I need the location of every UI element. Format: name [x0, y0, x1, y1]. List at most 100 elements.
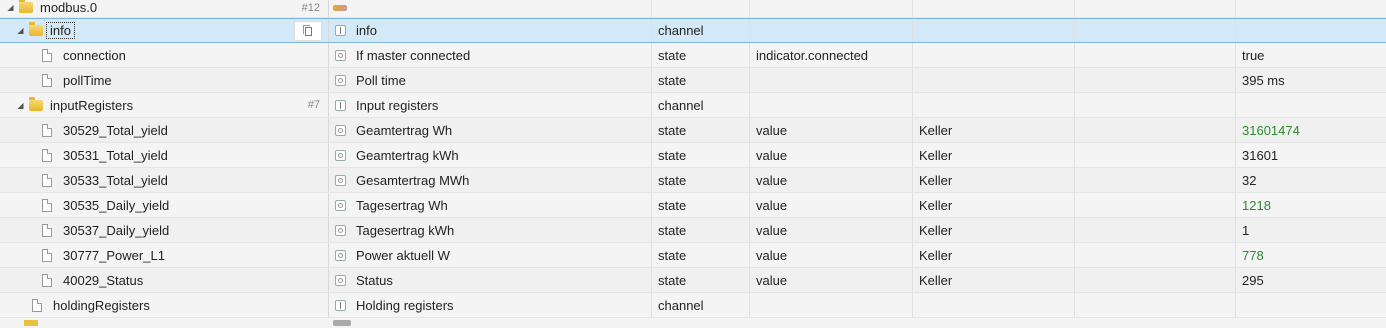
object-room: Keller: [919, 247, 953, 263]
object-name: Tagesertrag Wh: [356, 197, 448, 213]
object-room: Keller: [919, 147, 953, 163]
object-name: Poll time: [356, 72, 406, 88]
table-row[interactable]: connection If master connected state ind…: [0, 43, 1386, 68]
channel-icon: [335, 25, 346, 36]
copy-button[interactable]: [294, 21, 322, 41]
object-id: pollTime: [63, 72, 112, 88]
object-role: value: [756, 147, 788, 163]
collapse-arrow-icon[interactable]: ◢: [6, 3, 15, 12]
folder-icon: [29, 22, 43, 36]
copy-icon: [302, 24, 312, 36]
object-type: channel: [658, 297, 704, 313]
object-type: state: [658, 47, 687, 63]
object-id: info: [46, 22, 75, 39]
object-type: state: [658, 147, 687, 163]
object-value: 31601: [1242, 147, 1279, 163]
object-id: 30777_Power_L1: [63, 247, 165, 263]
child-count: #12: [301, 1, 320, 14]
table-row[interactable]: ◢ modbus.0 #12: [0, 0, 1386, 18]
object-id: 30533_Total_yield: [63, 172, 168, 188]
object-type: state: [658, 72, 687, 88]
file-icon: [42, 198, 52, 212]
object-name: info: [356, 23, 377, 38]
state-icon: [335, 124, 346, 136]
object-name: Geamtertrag kWh: [356, 147, 459, 163]
collapse-arrow-icon[interactable]: ◢: [16, 101, 25, 110]
table-row[interactable]: 30529_Total_yield Geamtertrag Wh state v…: [0, 118, 1386, 143]
object-type: state: [658, 247, 687, 263]
file-icon: [32, 298, 42, 312]
channel-icon: [335, 299, 346, 311]
table-row[interactable]: 30537_Daily_yield Tagesertrag kWh state …: [0, 218, 1386, 243]
object-type: state: [658, 197, 687, 213]
folder-icon: [24, 320, 38, 326]
object-name: Status: [356, 272, 393, 288]
file-icon: [42, 173, 52, 187]
object-type: state: [658, 172, 687, 188]
object-id: 40029_Status: [63, 272, 144, 288]
object-id: 30531_Total_yield: [63, 147, 168, 163]
folder-icon: [29, 96, 43, 111]
state-icon: [335, 224, 346, 236]
next-row-partial: [0, 318, 1386, 326]
folder-icon: [19, 0, 33, 13]
object-name: If master connected: [356, 47, 471, 63]
object-id: 30535_Daily_yield: [63, 197, 170, 213]
file-icon: [42, 148, 52, 162]
channel-icon: [335, 99, 346, 111]
object-room: Keller: [919, 272, 953, 288]
object-value: 395 ms: [1242, 72, 1285, 88]
table-row[interactable]: holdingRegisters Holding registers chann…: [0, 293, 1386, 318]
object-role: value: [756, 247, 788, 263]
object-value: 31601474: [1242, 122, 1300, 138]
object-value: 778: [1242, 247, 1264, 263]
object-role: value: [756, 272, 788, 288]
object-id: 30537_Daily_yield: [63, 222, 170, 238]
object-role: value: [756, 122, 788, 138]
object-name: Tagesertrag kWh: [356, 222, 455, 238]
file-icon: [42, 223, 52, 237]
object-value: 295: [1242, 272, 1264, 288]
table-row[interactable]: 30531_Total_yield Geamtertrag kWh state …: [0, 143, 1386, 168]
object-id: inputRegisters: [50, 97, 134, 113]
table-row[interactable]: 30533_Total_yield Gesamtertrag MWh state…: [0, 168, 1386, 193]
object-name: Geamtertrag Wh: [356, 122, 453, 138]
object-room: Keller: [919, 172, 953, 188]
table-row[interactable]: pollTime Poll time state 395 ms: [0, 68, 1386, 93]
collapse-arrow-icon[interactable]: ◢: [16, 26, 25, 35]
state-icon: [335, 199, 346, 211]
table-row[interactable]: 30777_Power_L1 Power aktuell W state val…: [0, 243, 1386, 268]
file-icon: [42, 273, 52, 287]
table-row[interactable]: ◢ info info channel: [0, 18, 1386, 43]
file-icon: [42, 48, 52, 62]
file-icon: [42, 123, 52, 137]
file-icon: [42, 248, 52, 262]
object-name: Gesamtertrag MWh: [356, 172, 470, 188]
object-room: Keller: [919, 122, 953, 138]
table-row[interactable]: ◢ inputRegisters #7 Input registers chan…: [0, 93, 1386, 118]
object-type: state: [658, 222, 687, 238]
object-room: Keller: [919, 222, 953, 238]
object-name: Holding registers: [356, 297, 454, 313]
object-type: state: [658, 122, 687, 138]
child-count: #7: [307, 99, 320, 111]
object-name: Power aktuell W: [356, 247, 450, 263]
object-id: connection: [63, 47, 126, 63]
adapter-logo-icon: [333, 320, 351, 326]
object-type: state: [658, 272, 687, 288]
table-row[interactable]: 40029_Status Status state value Keller 2…: [0, 268, 1386, 293]
object-role: value: [756, 172, 788, 188]
table-row[interactable]: 30535_Daily_yield Tagesertrag Wh state v…: [0, 193, 1386, 218]
state-icon: [335, 49, 346, 61]
object-tree-table: ◢ modbus.0 #12 ◢ info info channel conne…: [0, 0, 1386, 326]
object-value: true: [1242, 47, 1265, 63]
adapter-logo-icon: [333, 4, 347, 11]
object-type: channel: [658, 97, 704, 113]
object-name: Input registers: [356, 97, 439, 113]
object-id: 30529_Total_yield: [63, 122, 168, 138]
object-role: value: [756, 222, 788, 238]
state-icon: [335, 174, 346, 186]
object-id: holdingRegisters: [53, 297, 150, 313]
object-value: 1: [1242, 222, 1250, 238]
file-icon: [42, 73, 52, 87]
